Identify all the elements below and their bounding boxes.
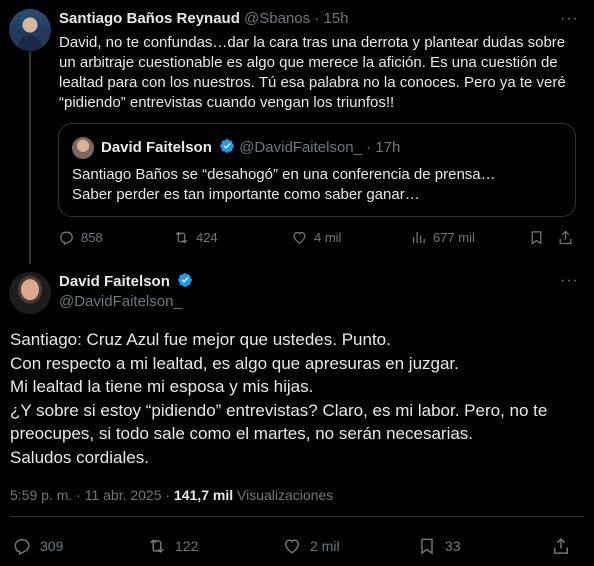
- verified-badge-icon: [220, 139, 234, 153]
- text-line: Saludos cordiales.: [10, 447, 149, 467]
- views-count: 677 mil: [433, 230, 475, 245]
- bookmark-button[interactable]: 33: [417, 536, 461, 556]
- views-label: Visualizaciones: [237, 487, 334, 503]
- tweet-metadata: 5:59 p. m. · 11 abr. 2025 · 141,7 mil Vi…: [10, 487, 333, 503]
- divider: [10, 516, 584, 517]
- timestamp[interactable]: 5:59 p. m. · 11 abr. 2025 ·: [10, 487, 170, 503]
- quoted-text-line: Saber perder es tan importante como sabe…: [72, 186, 420, 203]
- text-line: ¿Y sobre si estoy “pidiendo” entrevistas…: [10, 400, 548, 420]
- share-button[interactable]: [557, 229, 574, 246]
- more-options-icon[interactable]: ···: [560, 10, 579, 28]
- reply-button[interactable]: 858: [58, 229, 103, 246]
- repost-icon: [150, 539, 164, 553]
- tweet-header: Santiago Baños Reynaud @Sbanos · 15h: [59, 10, 349, 27]
- views-button[interactable]: 677 mil: [410, 229, 475, 246]
- like-count: 4 mil: [314, 230, 342, 245]
- avatar-santiago[interactable]: [9, 9, 51, 51]
- repost-count: 122: [175, 538, 199, 554]
- repost-button[interactable]: 424: [173, 229, 218, 246]
- reply-count: 309: [40, 538, 64, 554]
- quoted-author-handle: @DavidFaitelson_: [239, 139, 362, 156]
- quoted-header: David Faitelson @DavidFaitelson_ · 17h: [101, 138, 400, 156]
- share-button[interactable]: [551, 536, 571, 556]
- heart-icon: [284, 539, 300, 554]
- bookmark-count: 33: [445, 538, 461, 554]
- main-author-name-row: David Faitelson: [59, 272, 193, 290]
- bookmark-button[interactable]: [528, 229, 545, 246]
- reply-icon: [60, 231, 73, 246]
- separator-dot: ·: [366, 139, 372, 156]
- reply-icon: [14, 539, 30, 556]
- main-author-handle[interactable]: @DavidFaitelson_: [59, 293, 182, 310]
- reply-button[interactable]: 309: [12, 536, 63, 556]
- reply-count: 858: [81, 230, 103, 245]
- main-tweet-actions: 309 122 2 mil 33: [12, 536, 582, 558]
- quoted-author-name: David Faitelson: [101, 139, 212, 156]
- repost-count: 424: [196, 230, 218, 245]
- quoted-time: 17h: [375, 139, 401, 156]
- bookmark-icon: [421, 538, 433, 555]
- avatar-faitelson[interactable]: [9, 272, 51, 314]
- quoted-tweet-card[interactable]: David Faitelson @DavidFaitelson_ · 17h S…: [58, 123, 576, 217]
- quoted-text-line: Santiago Baños se “desahogó” en una conf…: [72, 166, 496, 183]
- quoted-text: Santiago Baños se “desahogó” en una conf…: [72, 165, 562, 205]
- repost-button[interactable]: 122: [147, 536, 198, 556]
- separator-dot: ·: [314, 10, 320, 27]
- more-options-icon[interactable]: ···: [560, 272, 579, 290]
- like-button[interactable]: 4 mil: [291, 229, 341, 246]
- repost-icon: [175, 231, 188, 244]
- views-number: 141,7 mil: [173, 487, 234, 503]
- text-line: Santiago: Cruz Azul fue mejor que ustede…: [10, 330, 391, 349]
- text-line: preocupes, si todo sale como el martes, …: [10, 424, 474, 443]
- main-tweet-text: Santiago: Cruz Azul fue mejor que ustede…: [10, 328, 585, 469]
- like-button[interactable]: 2 mil: [282, 536, 340, 556]
- share-icon: [559, 230, 572, 245]
- quoting-tweet[interactable]: Santiago Baños Reynaud @Sbanos · 15h ···…: [0, 0, 594, 264]
- verified-badge-icon[interactable]: [177, 272, 193, 288]
- heart-icon: [293, 231, 306, 244]
- tweet-text: David, no te confundas…dar la cara tras …: [59, 34, 566, 111]
- text-line: Con respecto a mi lealtad, es algo que a…: [10, 353, 459, 373]
- tweet-actions: 858 424 4 mil 677 mil: [58, 229, 578, 249]
- tweet-time[interactable]: 15h: [324, 10, 349, 27]
- thread-line: [29, 52, 31, 264]
- main-author-name[interactable]: David Faitelson: [59, 273, 170, 290]
- analytics-icon: [412, 231, 425, 244]
- text-line: Mi lealtad la tiene mi esposa y mis hija…: [10, 377, 314, 396]
- share-icon: [554, 537, 568, 554]
- like-count: 2 mil: [310, 538, 340, 554]
- author-handle[interactable]: @Sbanos: [244, 10, 310, 27]
- avatar-faitelson-small: [72, 137, 94, 159]
- author-name[interactable]: Santiago Baños Reynaud: [59, 10, 240, 27]
- bookmark-icon: [531, 231, 542, 245]
